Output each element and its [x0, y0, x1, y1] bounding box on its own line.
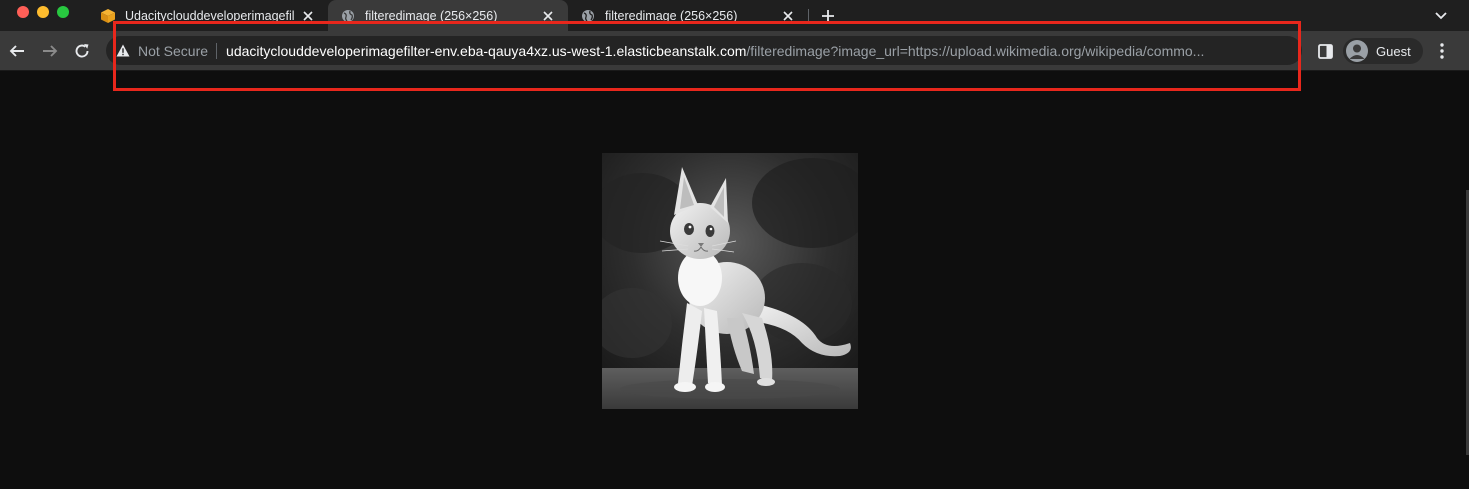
warning-icon[interactable] — [116, 44, 130, 58]
omnibox-divider — [216, 42, 218, 59]
close-tab-icon[interactable] — [300, 8, 316, 24]
arrow-right-icon — [43, 45, 58, 57]
globe-icon — [340, 8, 356, 24]
profile-button[interactable]: Guest — [1343, 38, 1423, 64]
tab-separator — [808, 9, 809, 23]
browser-toolbar: Not Secure udacityclouddeveloperimagefil… — [0, 31, 1469, 71]
package-icon — [100, 8, 116, 24]
url-host: udacityclouddeveloperimagefilter-env.eba… — [226, 42, 747, 59]
window-minimize-button[interactable] — [37, 6, 49, 18]
page-content — [0, 71, 1469, 489]
tab-filteredimage-active[interactable]: filteredimage (256×256) — [328, 0, 568, 31]
window-zoom-button[interactable] — [57, 6, 69, 18]
chevron-down-icon — [1435, 12, 1447, 20]
close-tab-icon[interactable] — [780, 8, 796, 24]
forward-button[interactable] — [39, 40, 61, 62]
tab-title: filteredimage (256×256) — [605, 8, 738, 23]
reload-button[interactable] — [71, 40, 93, 62]
window-close-button[interactable] — [17, 6, 29, 18]
browser-menu-button[interactable] — [1433, 40, 1451, 62]
url-path: /filteredimage?image_url=https://upload.… — [746, 42, 1205, 59]
tab-filteredimage[interactable]: filteredimage (256×256) — [568, 0, 808, 31]
security-status-label[interactable]: Not Secure — [138, 43, 208, 59]
url-text[interactable]: udacityclouddeveloperimagefilter-env.eba… — [226, 43, 1204, 59]
side-panel-button[interactable] — [1316, 42, 1334, 60]
tab-title: Udacityclouddeveloperimagefil — [125, 8, 294, 23]
more-vertical-icon — [1440, 43, 1444, 59]
plus-icon — [822, 10, 834, 22]
tab-title: filteredimage (256×256) — [365, 8, 498, 23]
side-panel-icon — [1317, 43, 1333, 59]
filtered-kitten-image — [602, 153, 858, 409]
profile-label: Guest — [1376, 43, 1411, 59]
close-tab-icon[interactable] — [540, 8, 556, 24]
globe-icon — [580, 8, 596, 24]
back-button[interactable] — [6, 40, 28, 62]
browser-window: Udacityclouddeveloperimagefil filteredim… — [0, 0, 1469, 489]
address-bar[interactable]: Not Secure udacityclouddeveloperimagefil… — [106, 36, 1302, 65]
avatar-icon — [1346, 40, 1368, 62]
reload-icon — [75, 44, 89, 58]
new-tab-button[interactable] — [817, 5, 839, 27]
tab-strip: Udacityclouddeveloperimagefil filteredim… — [0, 0, 1469, 31]
tab-search-button[interactable] — [1431, 6, 1451, 26]
tab-udacity[interactable]: Udacityclouddeveloperimagefil — [88, 0, 328, 31]
arrow-left-icon — [9, 45, 24, 57]
